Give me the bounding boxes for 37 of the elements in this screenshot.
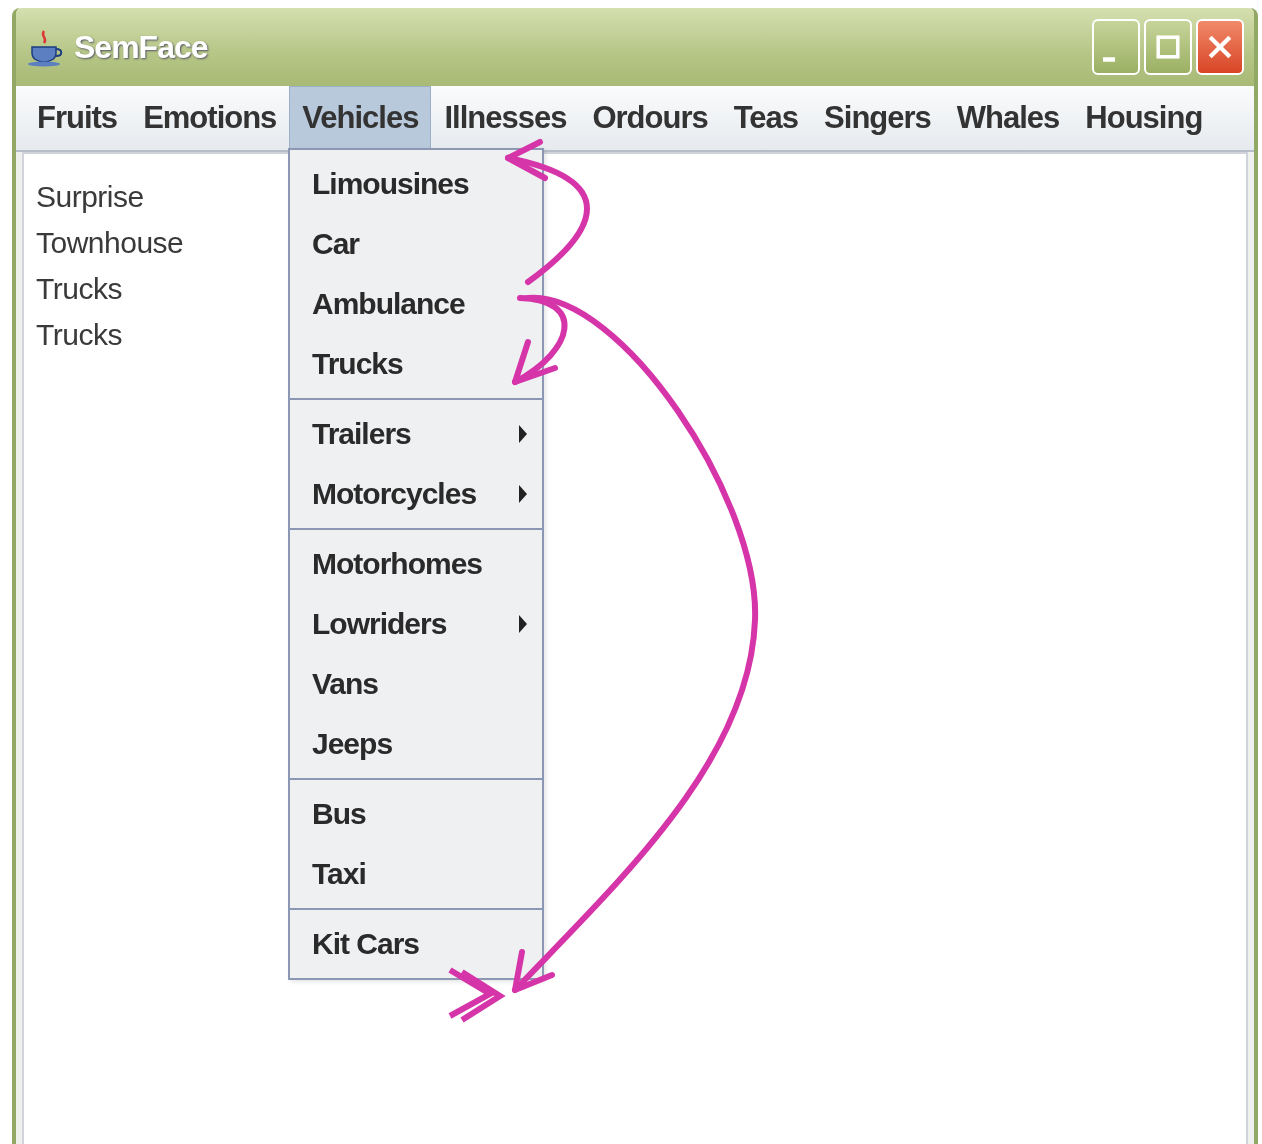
- close-icon: [1206, 33, 1234, 61]
- menu-tab[interactable]: Illnesses: [431, 86, 580, 150]
- menu-item[interactable]: Bus: [290, 784, 542, 844]
- menu-tab[interactable]: Whales: [943, 86, 1073, 150]
- list-item[interactable]: Townhouse: [36, 220, 184, 266]
- submenu-arrow-icon: [518, 423, 528, 445]
- double-chevron-mark: [448, 967, 506, 1023]
- menu-item[interactable]: Ambulance: [290, 274, 542, 334]
- maximize-icon: [1154, 33, 1182, 61]
- menu-item[interactable]: Motorhomes: [290, 534, 542, 594]
- maximize-button[interactable]: [1144, 19, 1192, 75]
- list-item[interactable]: Trucks: [36, 312, 122, 358]
- window-title: SemFace: [74, 28, 208, 66]
- menu-item[interactable]: Car: [290, 214, 542, 274]
- menu-item[interactable]: Limousines: [290, 154, 542, 214]
- close-button[interactable]: [1196, 19, 1244, 75]
- menu-item[interactable]: Taxi: [290, 844, 542, 904]
- list-item[interactable]: Trucks: [36, 266, 122, 312]
- menu-tab[interactable]: Teas: [720, 86, 812, 150]
- menu-tab[interactable]: Singers: [811, 86, 944, 150]
- menu-tab[interactable]: Ordours: [579, 86, 721, 150]
- minimize-icon: [1103, 56, 1115, 62]
- menu-item[interactable]: Lowriders: [290, 594, 542, 654]
- menu-tab[interactable]: Emotions: [130, 86, 290, 150]
- menu-tab[interactable]: Vehicles: [289, 86, 432, 150]
- minimize-button[interactable]: [1092, 19, 1140, 75]
- menu-item[interactable]: Trailers: [290, 404, 542, 464]
- submenu-arrow-icon: [518, 613, 528, 635]
- menu-item[interactable]: Motorcycles: [290, 464, 542, 524]
- menu-item[interactable]: Jeeps: [290, 714, 542, 774]
- menu-tab[interactable]: Housing: [1072, 86, 1216, 150]
- menu-item[interactable]: Vans: [290, 654, 542, 714]
- menu-item[interactable]: Trucks: [290, 334, 542, 394]
- menu-item[interactable]: Kit Cars: [290, 914, 542, 974]
- menu-tab[interactable]: Fruits: [24, 86, 131, 150]
- list-item[interactable]: Surprise: [36, 174, 144, 220]
- submenu-arrow-icon: [518, 483, 528, 505]
